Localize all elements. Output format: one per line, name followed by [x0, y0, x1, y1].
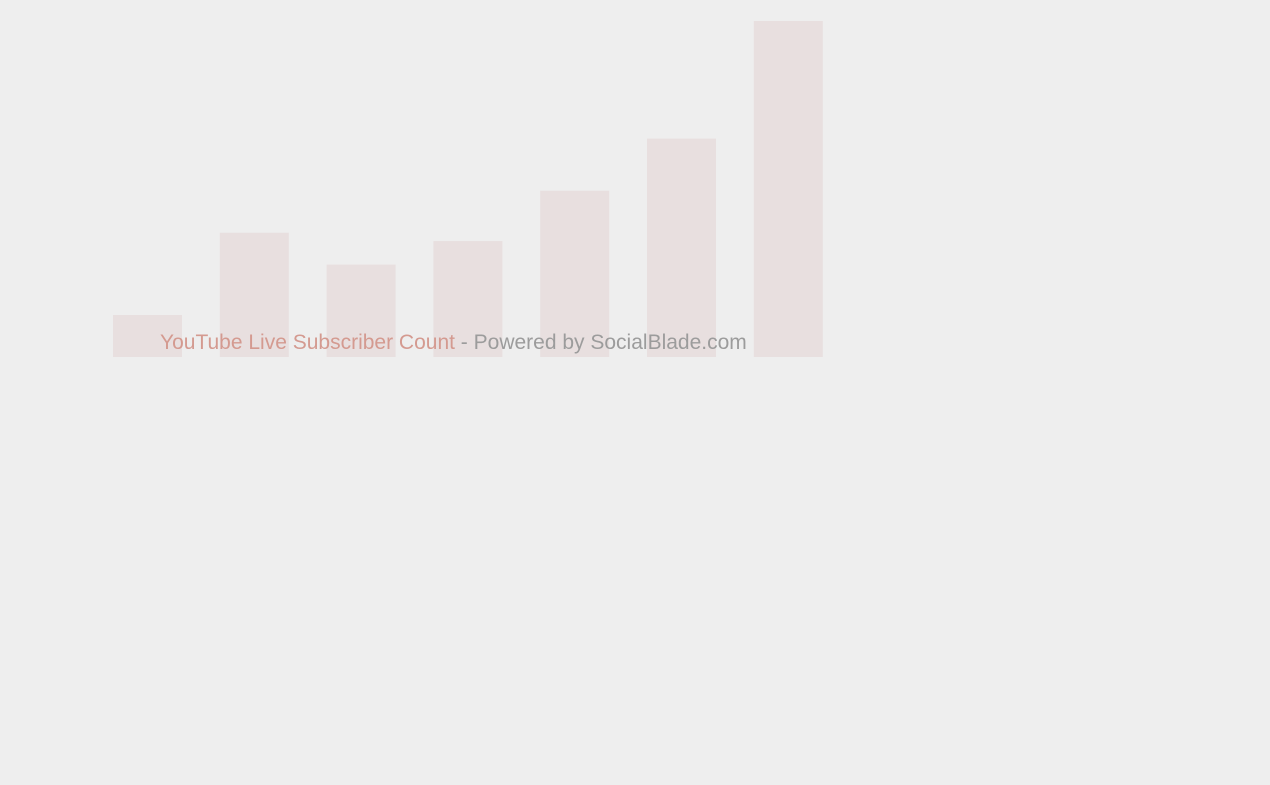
- page: YouTube Live Subscriber Count - Powered …: [0, 0, 1270, 785]
- caption-separator: -: [454, 331, 474, 354]
- loader-bar: [753, 21, 823, 357]
- youtube-live-subscriber-count-link[interactable]: YouTube Live Subscriber Count: [160, 331, 455, 354]
- powered-by-socialblade-link[interactable]: Powered by SocialBlade.com: [474, 331, 747, 354]
- caption: YouTube Live Subscriber Count - Powered …: [160, 331, 747, 355]
- loader-bar: [647, 138, 716, 357]
